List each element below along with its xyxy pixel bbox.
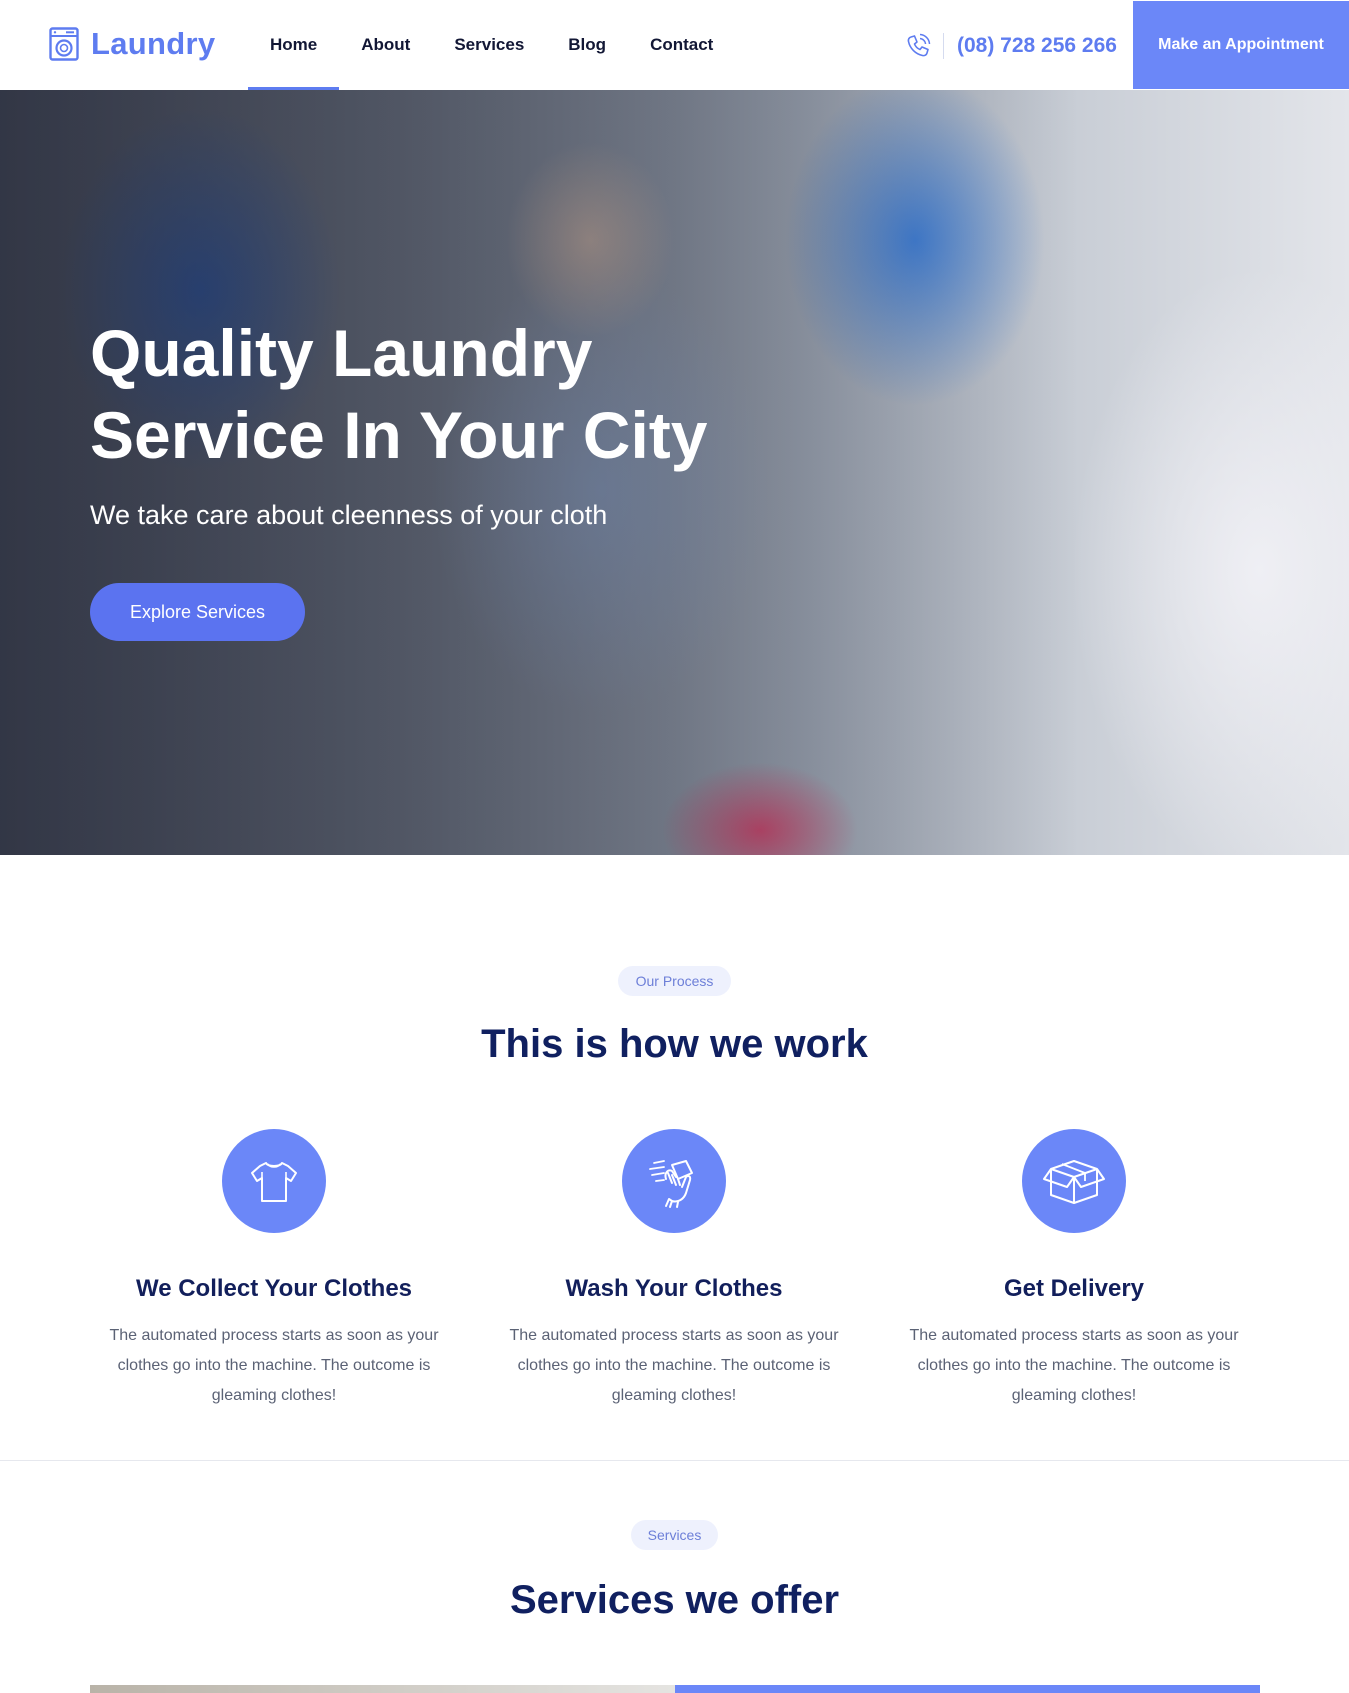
step-title: We Collect Your Clothes [135,1275,413,1302]
nav-item-label: Blog [568,35,607,54]
section-tag: Services [631,1520,718,1550]
phone-number[interactable]: (08) 728 256 266 [957,34,1117,58]
hero-title-line: Quality Laundry [90,316,593,390]
step-description: The automated process starts as soon as … [909,1327,1239,1404]
tshirt-icon [251,1162,297,1202]
site-header: Laundry Home About Services Blog Contact… [0,0,1349,90]
hero-banner: Quality Laundry Service In Your City We … [0,90,1349,855]
step-title: Get Delivery [1003,1275,1145,1302]
hero-title-line: Service In Your City [90,398,708,472]
process-step: Wash Your Clothes The automated process … [499,1129,849,1411]
make-appointment-button[interactable]: Make an Appointment [1133,1,1349,89]
step-title: Wash Your Clothes [565,1275,783,1302]
section-title: Services we offer [509,1578,840,1622]
nav-item-about[interactable]: About [339,0,432,90]
washing-hand-icon [649,1160,693,1208]
hero-title: Quality Laundry Service In Your City [90,312,810,476]
service-card-image [90,1685,675,1693]
section-divider [0,1460,1349,1461]
nav-item-label: Services [454,35,525,54]
divider [943,33,944,59]
hero-subtitle: We take care about cleenness of your clo… [90,500,608,530]
nav-item-label: Home [270,35,318,54]
brand-name: Laundry [91,26,216,61]
washing-machine-icon [49,27,79,61]
service-card[interactable] [675,1685,1260,1693]
nav-item-label: About [361,35,411,54]
nav-item-label: Contact [650,35,714,54]
explore-services-button[interactable]: Explore Services [90,583,305,641]
process-step: Get Delivery The automated process start… [899,1129,1249,1411]
step-icon-circle [622,1129,726,1233]
box-icon [1043,1160,1105,1204]
step-description: The automated process starts as soon as … [109,1327,439,1404]
phone-icon [907,33,931,57]
nav-item-blog[interactable]: Blog [546,0,628,90]
process-step: We Collect Your Clothes The automated pr… [99,1129,449,1411]
nav-item-services[interactable]: Services [432,0,546,90]
logo[interactable]: Laundry [49,26,215,62]
step-icon-circle [222,1129,326,1233]
step-icon-circle [1022,1129,1126,1233]
section-title: This is how we work [481,1022,868,1066]
main-nav: Home About Services Blog Contact [248,0,735,90]
section-tag: Our Process [618,966,731,996]
step-description: The automated process starts as soon as … [509,1327,839,1404]
phone-contact[interactable]: (08) 728 256 266 [905,30,1117,62]
nav-item-home[interactable]: Home [248,0,340,90]
nav-item-contact[interactable]: Contact [628,0,735,90]
